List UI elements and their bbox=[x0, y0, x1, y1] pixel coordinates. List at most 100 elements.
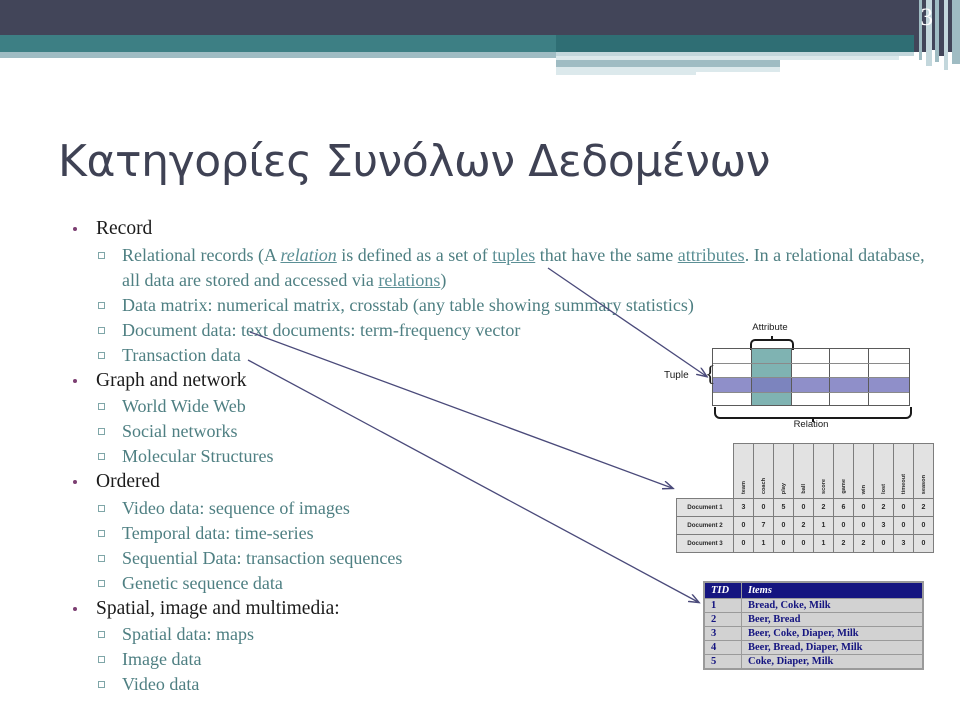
header-vstripe-10 bbox=[952, 0, 960, 64]
matrix-cell: 0 bbox=[833, 516, 854, 535]
outline-level2-label: World Wide Web bbox=[122, 396, 246, 416]
matrix-cell: 0 bbox=[913, 516, 934, 535]
table-row: Document 3 0 1 0 0 1 2 2 0 3 0 bbox=[676, 534, 934, 553]
term-label: ball bbox=[800, 484, 807, 494]
attribute-caption: Attribute bbox=[752, 322, 788, 333]
outline-level2-video-data: Video data bbox=[62, 672, 892, 697]
term-header-cell: lost bbox=[873, 443, 894, 499]
matrix-cell: 0 bbox=[893, 516, 914, 535]
term-label: coach bbox=[760, 477, 767, 494]
matrix-cell: 0 bbox=[773, 516, 794, 535]
document-label: Document 3 bbox=[676, 534, 734, 553]
text-part: that have the same bbox=[535, 244, 678, 265]
matrix-cell: 0 bbox=[793, 534, 814, 553]
matrix-cell: 0 bbox=[853, 498, 874, 517]
bullet-dot-icon bbox=[73, 378, 77, 383]
outline-level2-label: Document data: text documents: term-freq… bbox=[122, 319, 521, 340]
bullet-square-icon bbox=[98, 554, 105, 562]
matrix-cell: 3 bbox=[893, 534, 914, 553]
matrix-cell: 1 bbox=[813, 534, 834, 553]
outline-level1-record: Record bbox=[62, 216, 892, 243]
term-label: team bbox=[740, 480, 747, 494]
cell-tid: 1 bbox=[703, 598, 742, 613]
matrix-cell: 2 bbox=[913, 498, 934, 517]
outline-level2-label: Transaction data bbox=[122, 344, 241, 365]
text-part: Relational records (A bbox=[122, 244, 281, 265]
header-navy-band bbox=[0, 0, 914, 35]
cell-tid: 5 bbox=[703, 654, 742, 670]
matrix-cell: 0 bbox=[753, 498, 774, 517]
bullet-square-icon bbox=[98, 504, 105, 512]
matrix-cell: 2 bbox=[853, 534, 874, 553]
tuple-caption: Tuple bbox=[664, 370, 689, 381]
matrix-cell: 3 bbox=[733, 498, 754, 517]
cell-items: Beer, Bread bbox=[741, 612, 924, 627]
outline-level2-data-matrix: Data matrix: numerical matrix, crosstab … bbox=[62, 293, 892, 318]
term-label: timeout bbox=[900, 473, 907, 494]
grid-hline bbox=[713, 392, 909, 393]
matrix-cell: 0 bbox=[793, 498, 814, 517]
header-steel-strip-left bbox=[0, 52, 556, 58]
term-header-cell: season bbox=[913, 443, 934, 499]
outline-level1-label: Ordered bbox=[96, 471, 160, 492]
outline-level2-label: Temporal data: time-series bbox=[122, 522, 314, 543]
cell-tid: 2 bbox=[703, 612, 742, 627]
outline-level1-label: Graph and network bbox=[96, 369, 247, 391]
bullet-square-icon bbox=[98, 631, 105, 638]
outline-level2-label: Data matrix: numerical matrix, crosstab … bbox=[122, 294, 694, 315]
outline-level2-label: Sequential Data: transaction sequences bbox=[122, 547, 403, 568]
term-label: win bbox=[860, 484, 867, 494]
term-header-cell: timeout bbox=[893, 443, 914, 499]
outline-level2-label: Social networks bbox=[122, 421, 238, 441]
slide-header-banner bbox=[0, 0, 960, 80]
table-header-row: team coach play ball score game win lost… bbox=[677, 443, 934, 499]
matrix-cell: 5 bbox=[773, 498, 794, 517]
table-row: Document 1 3 0 5 0 2 6 0 2 0 2 bbox=[676, 498, 934, 517]
matrix-cell: 0 bbox=[773, 534, 794, 553]
column-header-tid: TID bbox=[703, 581, 742, 599]
table-row: 4 Beer, Bread, Diaper, Milk bbox=[703, 640, 924, 655]
matrix-cell: 0 bbox=[913, 534, 934, 553]
outline-level2-label: Video data: sequence of images bbox=[122, 497, 350, 518]
outline-level2-label: Genetic sequence data bbox=[122, 572, 283, 593]
relation-caption: Relation bbox=[793, 419, 829, 430]
link-relations[interactable]: relations bbox=[378, 270, 440, 290]
outline-level2-label: Video data bbox=[122, 674, 200, 694]
term-label: lost bbox=[880, 484, 887, 494]
cell-items: Beer, Coke, Diaper, Milk bbox=[741, 626, 924, 641]
matrix-cell: 0 bbox=[893, 498, 914, 517]
matrix-cell: 6 bbox=[833, 498, 854, 517]
document-term-matrix-figure: team coach play ball score game win lost… bbox=[676, 443, 934, 553]
bullet-dot-icon bbox=[73, 606, 77, 611]
outline-level2-label: Image data bbox=[122, 649, 202, 669]
relation-table-grid bbox=[712, 348, 910, 406]
term-header-cell: win bbox=[853, 443, 874, 499]
cell-items: Beer, Bread, Diaper, Milk bbox=[741, 640, 924, 655]
text-part: ) bbox=[440, 269, 447, 290]
term-label: play bbox=[780, 482, 787, 494]
outline-level2-label: Spatial data: maps bbox=[122, 624, 254, 644]
bullet-square-icon bbox=[98, 351, 105, 359]
document-label: Document 2 bbox=[676, 516, 734, 535]
header-step-strip-5 bbox=[556, 72, 696, 75]
cell-tid: 3 bbox=[703, 626, 742, 641]
link-tuples[interactable]: tuples bbox=[492, 245, 535, 265]
link-relation[interactable]: relation bbox=[280, 245, 336, 265]
bullet-square-icon bbox=[98, 681, 105, 688]
page-title: Κατηγορίες Συνόλων Δεδομένων bbox=[58, 136, 771, 187]
term-label: score bbox=[820, 479, 827, 494]
matrix-cell: 0 bbox=[733, 516, 754, 535]
bullet-square-icon bbox=[98, 579, 105, 587]
cell-tid: 4 bbox=[703, 640, 742, 655]
matrix-cell: 0 bbox=[853, 516, 874, 535]
matrix-cell: 0 bbox=[733, 534, 754, 553]
table-row: 1 Bread, Coke, Milk bbox=[703, 598, 924, 613]
matrix-cell: 3 bbox=[873, 516, 894, 535]
tuple-row-highlight bbox=[713, 377, 909, 392]
term-header-cell: game bbox=[833, 443, 854, 499]
bullet-square-icon bbox=[98, 403, 105, 410]
matrix-cell: 2 bbox=[833, 534, 854, 553]
link-attributes[interactable]: attributes bbox=[678, 245, 745, 265]
matrix-cell: 2 bbox=[793, 516, 814, 535]
outline-level2-label: Molecular Structures bbox=[122, 446, 274, 466]
